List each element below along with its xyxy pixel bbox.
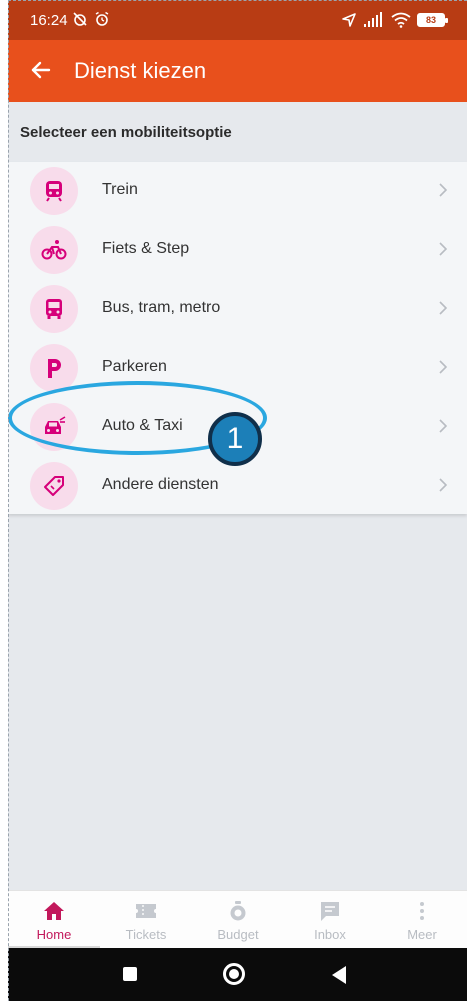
chevron-right-icon (439, 183, 448, 197)
budget-icon (225, 899, 251, 923)
frame-border-left (8, 0, 9, 1001)
bike-icon (30, 226, 78, 274)
system-navigation-bar (8, 948, 467, 1001)
list-item-label: Fiets & Step (102, 240, 190, 257)
inbox-icon (317, 899, 343, 923)
recents-icon[interactable] (123, 967, 137, 981)
chevron-right-icon (439, 360, 448, 374)
page-title: Dienst kiezen (74, 58, 207, 83)
step-number-badge: 1 (208, 412, 262, 466)
home-icon (41, 899, 67, 923)
home-circle-icon[interactable] (223, 963, 245, 985)
list-item-trein[interactable]: Trein (8, 162, 467, 220)
bottom-navigation: Home Tickets Budget Inbox Meer (8, 890, 467, 949)
section-title: Selecteer een mobiliteitsoptie (20, 124, 232, 141)
bus-icon (30, 285, 78, 333)
nav-item-budget[interactable]: Budget (192, 891, 284, 949)
nav-label: Home (36, 927, 72, 942)
chevron-right-icon (439, 478, 448, 492)
list-item-label: Parkeren (102, 358, 167, 375)
nav-label: Inbox (314, 927, 346, 942)
alarm-icon (95, 12, 109, 27)
list-item-label: Bus, tram, metro (102, 299, 221, 316)
tag-icon (30, 462, 78, 510)
nav-item-inbox[interactable]: Inbox (284, 891, 376, 949)
section-header: Selecteer een mobiliteitsoptie (8, 102, 467, 162)
train-icon (30, 167, 78, 215)
signal-icon (364, 12, 382, 27)
nav-label: Tickets (125, 927, 167, 942)
arrow-left-icon[interactable] (26, 55, 56, 85)
back-triangle-icon[interactable] (332, 966, 346, 984)
app-screen: 16:24 83 Dienst kiezen Selecteer een mob… (8, 0, 467, 1001)
chevron-right-icon (439, 419, 448, 433)
list-item-label: Trein (102, 181, 138, 198)
status-notification-icons (72, 10, 110, 27)
frame-border-top (8, 0, 467, 1)
chevron-right-icon (439, 242, 448, 256)
nav-label: Budget (217, 927, 259, 942)
status-time: 16:24 (30, 12, 68, 29)
chevron-right-icon (439, 301, 448, 315)
nav-item-tickets[interactable]: Tickets (100, 891, 192, 949)
app-bar: Dienst kiezen (8, 40, 467, 102)
list-item-fiets-step[interactable]: Fiets & Step (8, 221, 467, 279)
alarm-off-icon (73, 12, 87, 27)
more-vertical-icon (409, 899, 435, 923)
nav-label: Meer (407, 927, 437, 942)
nav-item-meer[interactable]: Meer (376, 891, 467, 949)
battery-indicator: 83 (417, 13, 448, 27)
status-bar: 16:24 83 (8, 0, 467, 40)
parking-icon (30, 344, 78, 392)
list-item-bus-tram-metro[interactable]: Bus, tram, metro (8, 280, 467, 338)
list-item-label: Andere diensten (102, 476, 219, 493)
nav-item-home[interactable]: Home (8, 891, 100, 949)
wifi-icon (391, 12, 411, 28)
ticket-icon (133, 899, 159, 923)
location-icon (342, 13, 356, 27)
status-system-icons: 83 (341, 10, 448, 30)
